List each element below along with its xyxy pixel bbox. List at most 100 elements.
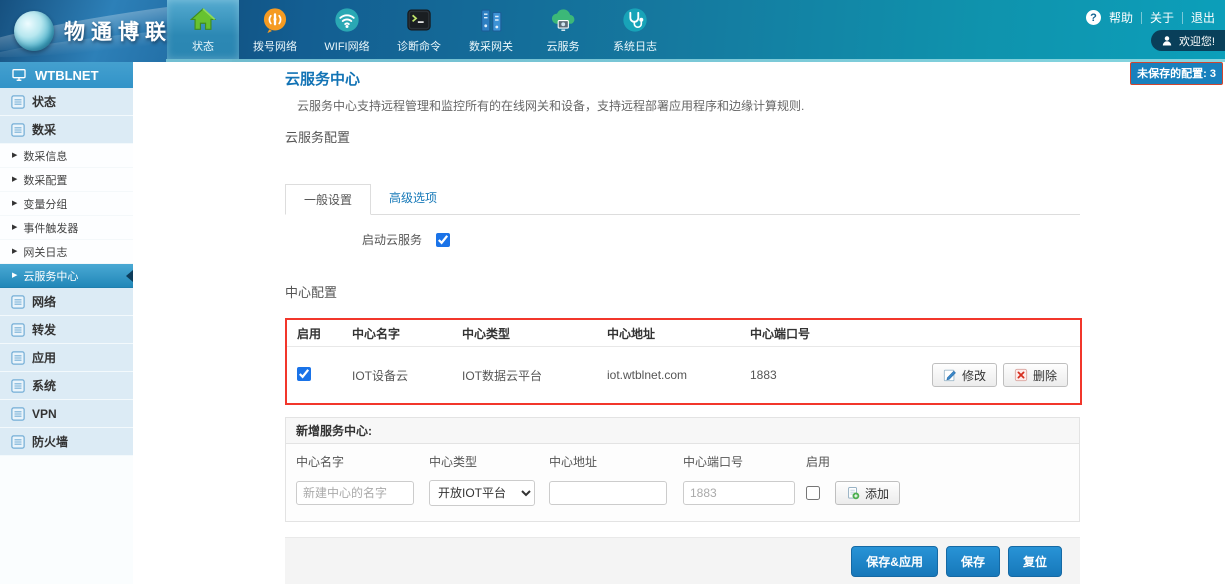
welcome-user-pill[interactable]: 欢迎您! xyxy=(1151,30,1225,51)
center-type-cell: 开放IOT平台 xyxy=(419,480,539,506)
col-center-port: 中心端口号 xyxy=(740,325,890,342)
caret-right-icon: ▶ xyxy=(12,176,17,183)
add-form-labels: 中心名字 中心类型 中心地址 中心端口号 启用 xyxy=(286,444,1079,473)
col-center-type: 中心类型 xyxy=(452,325,597,342)
sidebar-item-vpn[interactable]: VPN xyxy=(0,400,133,428)
reset-button[interactable]: 复位 xyxy=(1008,546,1062,577)
about-link[interactable]: 关于 xyxy=(1150,9,1174,26)
sidebar-item-label: 应用 xyxy=(32,349,56,366)
enable-cloud-row: 启动云服务 xyxy=(362,231,450,248)
row-actions: 修改 删除 xyxy=(890,363,1080,387)
add-button[interactable]: 添加 xyxy=(835,481,900,505)
edit-icon xyxy=(943,368,957,382)
label-center-name: 中心名字 xyxy=(286,453,419,470)
sidebar-item-label: 云服务中心 xyxy=(23,268,78,284)
sidebar-item-label: 网络 xyxy=(32,293,56,310)
sidebar-item-label: VPN xyxy=(32,407,57,421)
sidebar-item-system[interactable]: 系统 xyxy=(0,372,133,400)
sidebar-item-event-trigger[interactable]: ▶ 事件触发器 xyxy=(0,216,133,240)
enable-cloud-checkbox[interactable] xyxy=(436,233,450,247)
delete-button-label: 删除 xyxy=(1033,367,1057,384)
nav-item-daq-gateway[interactable]: 数采网关 xyxy=(455,0,527,59)
sidebar-item-network[interactable]: 网络 xyxy=(0,288,133,316)
sidebar-item-label: 系统 xyxy=(32,377,56,394)
brand-name: 物通博联 xyxy=(64,16,172,46)
center-config-section-title: 中心配置 xyxy=(285,282,337,301)
col-enable: 启用 xyxy=(287,325,342,342)
help-link[interactable]: 帮助 xyxy=(1109,9,1133,26)
center-name-input[interactable] xyxy=(296,481,414,505)
list-icon xyxy=(11,435,25,449)
row-enable-checkbox[interactable] xyxy=(297,367,311,381)
page-title: 云服务中心 xyxy=(285,68,360,89)
sidebar-item-application[interactable]: 应用 xyxy=(0,344,133,372)
nav-item-label: 状态 xyxy=(192,38,214,54)
row-center-address: iot.wtblnet.com xyxy=(597,368,740,382)
unsaved-config-badge[interactable]: 未保存的配置: 3 xyxy=(1130,62,1223,85)
sidebar-item-status[interactable]: 状态 xyxy=(0,88,133,116)
tab-advanced-options[interactable]: 高级选项 xyxy=(371,183,455,214)
syslog-icon xyxy=(620,5,650,35)
sidebar-item-cloud-center[interactable]: ▶ 云服务中心 xyxy=(0,264,133,288)
nav-item-dial-network[interactable]: 拨号网络 xyxy=(239,0,311,59)
delete-icon xyxy=(1014,368,1028,382)
sidebar-item-firewall[interactable]: 防火墙 xyxy=(0,428,133,456)
caret-right-icon: ▶ xyxy=(12,248,17,255)
sidebar-item-label: 防火墙 xyxy=(32,433,68,450)
center-type-select[interactable]: 开放IOT平台 xyxy=(429,480,535,506)
sidebar-item-forwarding[interactable]: 转发 xyxy=(0,316,133,344)
brand-globe-icon xyxy=(14,11,54,51)
add-center-form: 新增服务中心: 中心名字 中心类型 中心地址 中心端口号 启用 开放IOT平台 xyxy=(285,417,1080,522)
list-icon xyxy=(11,323,25,337)
sidebar-item-label: 转发 xyxy=(32,321,56,338)
tab-general-settings[interactable]: 一般设置 xyxy=(285,184,371,215)
center-port-cell xyxy=(673,481,796,505)
nav-item-label: 诊断命令 xyxy=(397,38,441,54)
sidebar: WTBLNET 状态 数采 ▶ 数采信息 ▶ 数采配置 ▶ 变量分组 ▶ 事件触… xyxy=(0,62,133,584)
enable-cloud-label: 启动云服务 xyxy=(362,231,422,248)
caret-right-icon: ▶ xyxy=(12,152,17,159)
add-center-form-title: 新增服务中心: xyxy=(286,418,1079,444)
new-center-enable-checkbox[interactable] xyxy=(806,486,820,500)
delete-button[interactable]: 删除 xyxy=(1003,363,1068,387)
nav-item-label: 数采网关 xyxy=(469,38,513,54)
top-nav: 状态 拨号网络 WIFI网络 诊断命令 xyxy=(167,0,671,59)
sidebar-item-daq[interactable]: 数采 xyxy=(0,116,133,144)
center-port-input[interactable] xyxy=(683,481,795,505)
caret-right-icon: ▶ xyxy=(12,272,17,279)
nav-item-system-log[interactable]: 系统日志 xyxy=(599,0,671,59)
save-button[interactable]: 保存 xyxy=(946,546,1000,577)
nav-item-status[interactable]: 状态 xyxy=(167,0,239,59)
center-address-input[interactable] xyxy=(549,481,667,505)
user-icon xyxy=(1161,35,1173,47)
sidebar-item-label: 网关日志 xyxy=(23,244,67,260)
add-button-label: 添加 xyxy=(865,485,889,502)
nav-item-diagnostics[interactable]: 诊断命令 xyxy=(383,0,455,59)
terminal-icon xyxy=(404,5,434,35)
divider xyxy=(1182,12,1183,24)
add-form-inputs: 开放IOT平台 添加 xyxy=(286,473,1079,521)
nav-item-cloud-service[interactable]: 云服务 xyxy=(527,0,599,59)
sidebar-item-daq-info[interactable]: ▶ 数采信息 xyxy=(0,144,133,168)
footer-action-bar: 保存&应用 保存 复位 xyxy=(285,537,1080,584)
caret-right-icon: ▶ xyxy=(12,224,17,231)
nav-item-wifi-network[interactable]: WIFI网络 xyxy=(311,0,383,59)
edit-button[interactable]: 修改 xyxy=(932,363,997,387)
monitor-icon xyxy=(11,67,27,83)
save-apply-button[interactable]: 保存&应用 xyxy=(851,546,938,577)
cloud-config-section-title: 云服务配置 xyxy=(285,127,350,146)
sidebar-item-gateway-log[interactable]: ▶ 网关日志 xyxy=(0,240,133,264)
nav-item-label: 系统日志 xyxy=(613,38,657,54)
cloud-icon xyxy=(548,5,578,35)
sidebar-device-header: WTBLNET xyxy=(0,62,133,88)
sidebar-item-variable-group[interactable]: ▶ 变量分组 xyxy=(0,192,133,216)
logout-link[interactable]: 退出 xyxy=(1191,9,1215,26)
row-center-port: 1883 xyxy=(740,368,890,382)
home-icon xyxy=(188,5,218,35)
device-name: WTBLNET xyxy=(35,68,99,83)
sidebar-item-label: 数采信息 xyxy=(23,148,67,164)
label-center-type: 中心类型 xyxy=(419,453,539,470)
add-icon xyxy=(846,486,860,500)
sidebar-item-daq-config[interactable]: ▶ 数采配置 xyxy=(0,168,133,192)
header-bottom-strip xyxy=(166,59,1225,62)
